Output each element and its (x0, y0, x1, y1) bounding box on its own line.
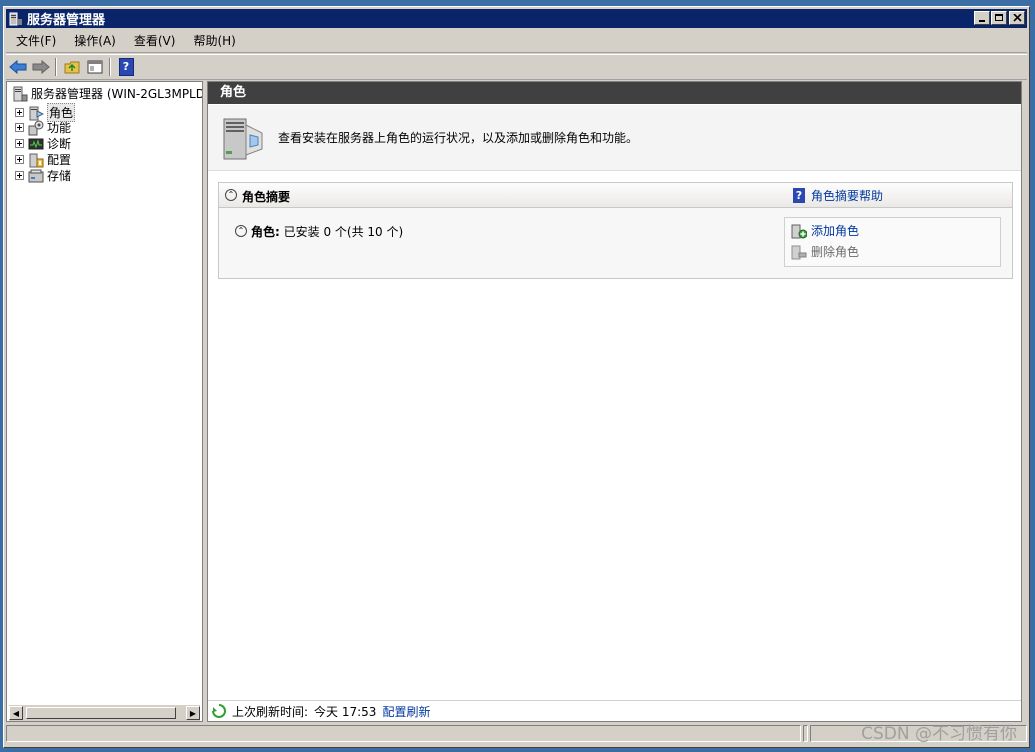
storage-icon (28, 169, 44, 182)
console-tree-icon (87, 60, 103, 74)
help-icon: ? (793, 188, 805, 203)
server-icon (13, 86, 28, 101)
server-manager-window: 服务器管理器 文件(F) 操作(A) 查看(V) 帮助(H) ? 服务器管理器 … (3, 6, 1030, 748)
tree-root-label: 服务器管理器 (WIN-2GL3MPLDDU (31, 87, 202, 101)
tree-item-label: 存储 (47, 169, 72, 183)
refresh-status-bar: 上次刷新时间: 今天 17:53 配置刷新 (208, 700, 1021, 721)
configuration-icon (29, 153, 44, 167)
title-bar[interactable]: 服务器管理器 (6, 9, 1027, 28)
add-roles-link[interactable]: 添加角色 (791, 222, 859, 239)
description-text: 查看安装在服务器上角色的运行状况，以及添加或删除角色和功能。 (278, 131, 639, 145)
menu-view[interactable]: 查看(V) (126, 30, 184, 52)
tree-item-label: 诊断 (47, 137, 72, 151)
roles-status: 角色: 已安装 0 个(共 10 个) (251, 223, 403, 240)
tree-item-label: 配置 (47, 153, 72, 167)
window-title: 服务器管理器 (27, 13, 106, 28)
add-roles-label: 添加角色 (811, 224, 860, 238)
help-button[interactable]: ? (115, 56, 137, 78)
back-arrow-icon (9, 60, 27, 74)
remove-role-icon (791, 245, 807, 259)
roles-summary-section: ⌃ 角色摘要 ? 角色摘要帮助 ⌃ 角色: 已安装 0 个(共 10 个) 添加… (218, 182, 1013, 279)
panel-description: 查看安装在服务器上角色的运行状况，以及添加或删除角色和功能。 (208, 105, 1021, 171)
expand-icon[interactable] (15, 155, 24, 164)
toolbar-separator (55, 58, 57, 76)
menu-action[interactable]: 操作(A) (66, 30, 124, 52)
tree-horizontal-scrollbar[interactable]: ◀ ▶ (9, 705, 200, 721)
help-link-label: 角色摘要帮助 (811, 189, 884, 203)
scrollbar-thumb[interactable] (26, 707, 176, 719)
up-folder-button[interactable] (61, 56, 83, 78)
menu-help[interactable]: 帮助(H) (185, 30, 243, 52)
roles-summary-help-link[interactable]: ? 角色摘要帮助 (793, 187, 883, 204)
roles-panel: 角色 查看安装在服务器上角色的运行状况，以及添加或删除角色和功能。 ⌃ 角色摘要… (207, 81, 1022, 722)
menu-bar: 文件(F) 操作(A) 查看(V) 帮助(H) (6, 30, 1027, 53)
server-manager-icon (9, 12, 22, 25)
configure-refresh-link[interactable]: 配置刷新 (382, 703, 430, 720)
help-icon: ? (118, 58, 134, 76)
panel-header: 角色 (208, 82, 1021, 104)
forward-arrow-icon (32, 60, 50, 74)
roles-count-text: 已安装 0 个(共 10 个) (283, 225, 404, 239)
close-button[interactable] (1009, 11, 1025, 25)
diagnostics-icon (28, 138, 44, 149)
remove-roles-link[interactable]: 删除角色 (791, 243, 859, 260)
maximize-button[interactable] (991, 11, 1007, 25)
status-bar-pane (6, 725, 801, 742)
last-refresh-time: 今天 17:53 (314, 704, 377, 719)
collapse-up-icon[interactable]: ⌃ (225, 189, 237, 201)
close-icon (1013, 14, 1022, 22)
expand-icon[interactable] (15, 139, 24, 148)
forward-button[interactable] (30, 56, 52, 78)
scroll-right-arrow-icon[interactable]: ▶ (186, 706, 200, 720)
show-hide-console-button[interactable] (84, 56, 106, 78)
tree-item-label: 功能 (47, 121, 72, 135)
roles-summary-title: 角色摘要 (242, 190, 291, 204)
collapse-up-icon[interactable]: ⌃ (235, 225, 247, 237)
console-tree: 服务器管理器 (WIN-2GL3MPLDDU 角色 功能 (6, 81, 203, 722)
features-icon (28, 120, 44, 135)
csdn-watermark: CSDN @不习惯有你 (861, 724, 1017, 744)
expand-icon[interactable] (15, 108, 24, 117)
add-role-icon (791, 224, 807, 238)
remove-roles-label: 删除角色 (811, 245, 860, 259)
tree-item-features[interactable]: 功能 (15, 119, 71, 136)
scroll-left-arrow-icon[interactable]: ◀ (9, 706, 23, 720)
expand-icon[interactable] (15, 123, 24, 132)
expand-icon[interactable] (15, 171, 24, 180)
refresh-icon (212, 704, 226, 718)
server-roles-large-icon (223, 118, 263, 159)
minimize-button[interactable] (974, 11, 990, 25)
roles-actions-panel: 添加角色 删除角色 (784, 217, 1001, 267)
toolbar: ? (6, 54, 1027, 80)
roles-label: 角色: (251, 225, 280, 239)
back-button[interactable] (7, 56, 29, 78)
up-folder-icon (64, 61, 80, 74)
roles-status-area: ⌃ 角色: 已安装 0 个(共 10 个) (219, 217, 784, 265)
tree-item-diagnostics[interactable]: 诊断 (15, 135, 71, 152)
menu-file[interactable]: 文件(F) (8, 30, 64, 52)
tree-item-storage[interactable]: 存储 (15, 167, 71, 184)
tree-item-configuration[interactable]: 配置 (15, 151, 71, 168)
last-refresh-label: 上次刷新时间: (232, 704, 309, 719)
tree-root-server-manager[interactable]: 服务器管理器 (WIN-2GL3MPLDDU (12, 85, 202, 102)
status-bar-pane (803, 725, 808, 742)
roles-summary-header: ⌃ 角色摘要 ? 角色摘要帮助 (219, 183, 1012, 208)
toolbar-separator (109, 58, 111, 76)
